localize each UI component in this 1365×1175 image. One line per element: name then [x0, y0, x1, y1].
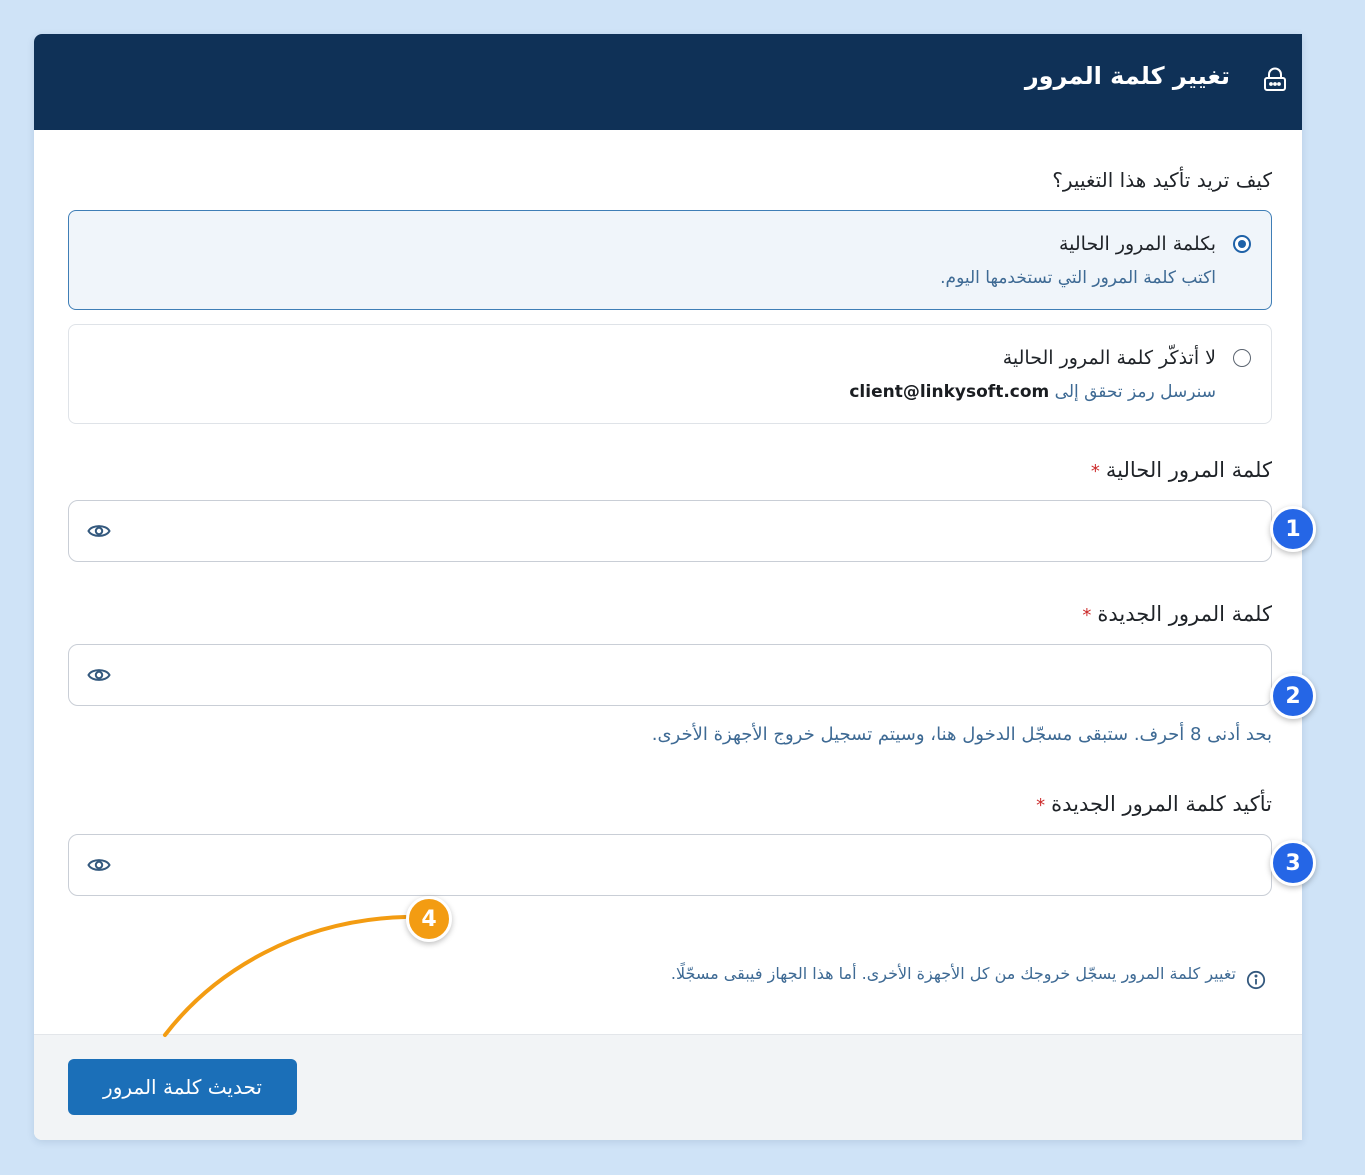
current-password-label-text: كلمة المرور الحالية: [1105, 458, 1272, 482]
required-mark: *: [1090, 461, 1100, 482]
lock-icon: [1264, 67, 1286, 91]
radio-current-password[interactable]: [1233, 235, 1251, 253]
info-notice: تغيير كلمة المرور يسجّل خروجك من كل الأج…: [372, 964, 1272, 994]
option-current-password[interactable]: بكلمة المرور الحالية اكتب كلمة المرور ال…: [68, 210, 1272, 310]
info-text: تغيير كلمة المرور يسجّل خروجك من كل الأج…: [670, 964, 1236, 983]
email-address: client@linkysoft.com: [849, 382, 1050, 402]
verify-question: كيف تريد تأكيد هذا التغيير؟: [1052, 168, 1272, 192]
option-title: لا أتذكّر كلمة المرور الحالية: [1002, 347, 1216, 369]
info-icon: [1246, 970, 1266, 990]
current-password-input[interactable]: [68, 500, 1272, 562]
annotation-badge-3: 3: [1270, 840, 1316, 886]
eye-icon[interactable]: [87, 665, 111, 685]
update-password-button[interactable]: تحديث كلمة المرور: [68, 1059, 297, 1115]
current-password-label: كلمة المرور الحالية*: [1091, 458, 1272, 482]
confirm-password-label: تأكيد كلمة المرور الجديدة*: [1036, 792, 1272, 816]
new-password-label: كلمة المرور الجديدة*: [1082, 602, 1272, 626]
required-mark: *: [1036, 795, 1046, 816]
page-title: تغيير كلمة المرور: [1024, 62, 1230, 90]
annotation-badge-1: 1: [1270, 506, 1316, 552]
option-description-text: سنرسل رمز تحقق إلى: [1054, 382, 1216, 402]
new-password-input[interactable]: [68, 644, 1272, 706]
radio-forgot-password[interactable]: [1233, 349, 1251, 367]
option-title: بكلمة المرور الحالية: [1058, 233, 1216, 255]
option-forgot-password[interactable]: لا أتذكّر كلمة المرور الحالية سنرسل رمز …: [68, 324, 1272, 424]
confirm-password-input[interactable]: [68, 834, 1272, 896]
eye-icon[interactable]: [87, 855, 111, 875]
eye-icon[interactable]: [87, 521, 111, 541]
option-description: سنرسل رمز تحقق إلى client@linkysoft.com: [849, 382, 1216, 402]
required-mark: *: [1082, 605, 1092, 626]
new-password-hint: بحد أدنى 8 أحرف. ستبقى مسجّل الدخول هنا،…: [651, 724, 1272, 745]
new-password-label-text: كلمة المرور الجديدة: [1097, 602, 1272, 626]
change-password-card: تغيير كلمة المرور كيف تريد تأكيد هذا الت…: [34, 34, 1302, 1140]
option-description: اكتب كلمة المرور التي تستخدمها اليوم.: [940, 268, 1216, 288]
confirm-password-label-text: تأكيد كلمة المرور الجديدة: [1051, 792, 1272, 816]
annotation-badge-4: 4: [406, 896, 452, 942]
annotation-badge-2: 2: [1270, 673, 1316, 719]
card-header: تغيير كلمة المرور: [34, 34, 1302, 130]
